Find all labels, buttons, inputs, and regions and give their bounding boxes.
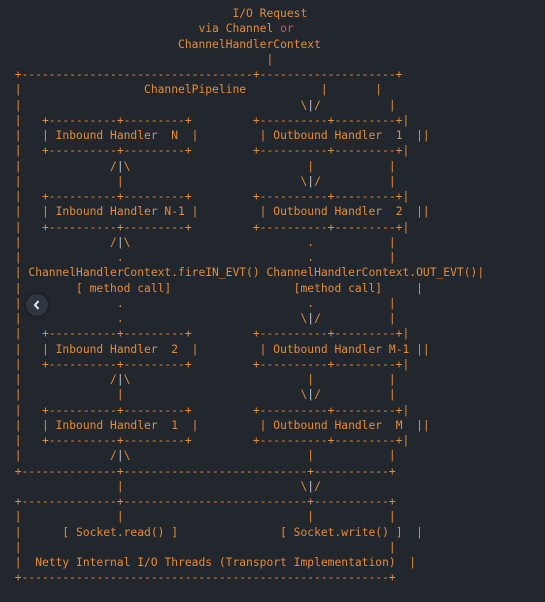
outbound-handler-m: Outbound Handler M	[273, 419, 402, 432]
socket-write: [ Socket.write() ]	[280, 526, 402, 539]
inbound-handler-n-1: Inbound Handler N-1	[56, 205, 185, 218]
inbound-handler-n: Inbound Handler N	[56, 129, 178, 142]
outbound-handler-1: Outbound Handler 1	[273, 129, 402, 142]
ctx-outbound: ChannelHandlerContext.OUT_EVT()	[266, 266, 477, 279]
socket-read: [ Socket.read() ]	[62, 526, 178, 539]
inbound-handler-1: Inbound Handler 1	[56, 419, 178, 432]
ascii-diagram: I/O Request via Channel or ChannelHandle…	[0, 0, 545, 586]
previous-arrow-button[interactable]	[26, 294, 48, 316]
header-line-3: ChannelHandlerContext	[178, 38, 321, 51]
outbound-handler-m-1: Outbound Handler M-1	[273, 343, 409, 356]
pipeline-title: ChannelPipeline	[144, 83, 246, 96]
method-call-in: [ method call]	[76, 282, 171, 295]
header-line-2a: via Channel	[198, 22, 280, 35]
outbound-handler-2: Outbound Handler 2	[273, 205, 402, 218]
chevron-left-icon	[32, 300, 42, 310]
header-line-1: I/O Request	[232, 7, 307, 20]
footer-text: Netty Internal I/O Threads (Transport Im…	[35, 556, 395, 569]
inbound-handler-2: Inbound Handler 2	[56, 343, 178, 356]
header-or: or	[280, 22, 294, 35]
method-call-out: [method call]	[294, 282, 382, 295]
ctx-inbound: ChannelHandlerContext.fireIN_EVT()	[28, 266, 259, 279]
